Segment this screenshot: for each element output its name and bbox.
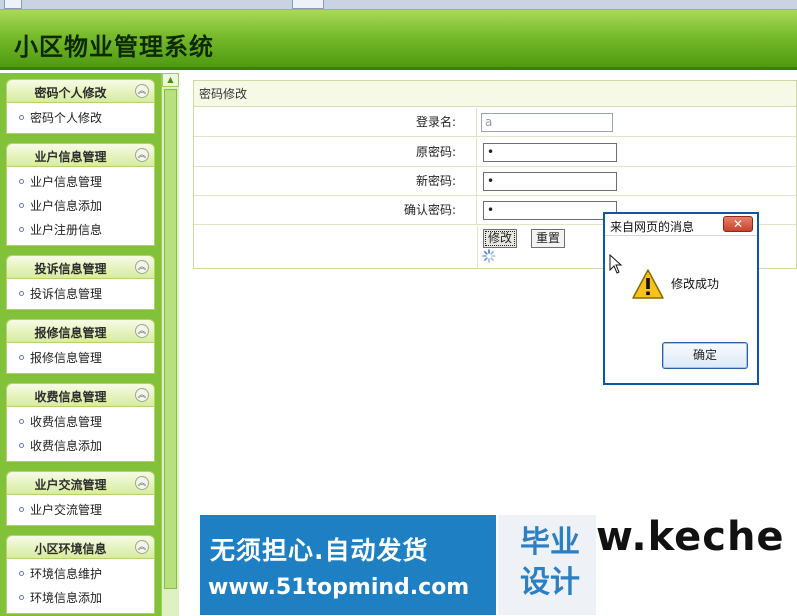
menu-group-header[interactable]: 业户信息管理 ︽ (6, 143, 155, 167)
sidebar-item-resident-register[interactable]: 业户注册信息 (7, 219, 154, 243)
menu-group-exchange: 业户交流管理 ︽ 业户交流管理 (6, 471, 155, 526)
sidebar-item-env-maintain[interactable]: 环境信息维护 (7, 563, 154, 587)
scroll-up-icon[interactable]: ▲ (162, 73, 179, 87)
bullet-icon (19, 179, 24, 184)
scroll-thumb[interactable] (164, 89, 177, 589)
menu-group-environment: 小区环境信息 ︽ 环境信息维护 环境信息添加 (6, 535, 155, 614)
bullet-icon (19, 507, 24, 512)
sidebar-item-fee-add[interactable]: 收费信息添加 (7, 435, 154, 459)
bullet-icon (19, 443, 24, 448)
sidebar-item-exchange-manage[interactable]: 业户交流管理 (7, 499, 154, 523)
new-password-field[interactable]: • (483, 172, 617, 191)
collapse-icon[interactable]: ︽ (135, 148, 149, 162)
menu-group-residents: 业户信息管理 ︽ 业户信息管理 业户信息添加 业户注册信息 (6, 143, 155, 246)
sidebar-item-repair-manage[interactable]: 报修信息管理 (7, 347, 154, 371)
menu-group-body: 投诉信息管理 (6, 279, 155, 310)
promo-banner: 无须担心.自动发货 www.51topmind.com (200, 515, 496, 615)
form-row-login: 登录名: a (194, 108, 797, 137)
menu-group-header[interactable]: 小区环境信息 ︽ (6, 535, 155, 559)
menu-group-title: 密码个人修改 (34, 86, 107, 100)
mouse-cursor-icon (609, 254, 623, 274)
confirm-password-label: 确认密码: (194, 196, 477, 225)
watermark-text: w.keche (596, 514, 785, 560)
collapse-icon[interactable]: ︽ (135, 540, 149, 554)
menu-group-body: 密码个人修改 (6, 103, 155, 134)
form-row-old-password: 原密码: • (194, 138, 797, 167)
menu-group-complaints: 投诉信息管理 ︽ 投诉信息管理 (6, 255, 155, 310)
login-name-field[interactable]: a (481, 113, 613, 132)
menu-group-fees: 收费信息管理 ︽ 收费信息管理 收费信息添加 (6, 383, 155, 462)
browser-tab[interactable] (292, 0, 324, 9)
bullet-icon (19, 355, 24, 360)
menu-group-title: 报修信息管理 (34, 326, 107, 340)
sidebar: 密码个人修改 ︽ 密码个人修改 业户信息管理 ︽ 业户信息管理 业户信息添加 业… (0, 73, 161, 616)
sidebar-item-password-change[interactable]: 密码个人修改 (7, 107, 154, 131)
banner-slogan: 无须担心.自动发货 (210, 536, 429, 565)
bullet-icon (19, 203, 24, 208)
collapse-icon[interactable]: ︽ (135, 260, 149, 274)
old-password-label: 原密码: (194, 138, 477, 167)
sidebar-item-resident-manage[interactable]: 业户信息管理 (7, 171, 154, 195)
menu-group-header[interactable]: 收费信息管理 ︽ (6, 383, 155, 407)
menu-group-title: 收费信息管理 (34, 390, 107, 404)
bullet-icon (19, 115, 24, 120)
bullet-icon (19, 291, 24, 296)
loading-spinner-icon (482, 249, 496, 263)
menu-group-header[interactable]: 报修信息管理 ︽ (6, 319, 155, 343)
menu-group-body: 收费信息管理 收费信息添加 (6, 407, 155, 462)
dialog-titlebar[interactable]: 来自网页的消息 ✕ (605, 214, 757, 236)
reset-button[interactable]: 重置 (531, 229, 566, 248)
menu-group-title: 小区环境信息 (34, 542, 107, 556)
sidebar-scrollbar[interactable]: ▲ (161, 73, 179, 616)
menu-group-title: 投诉信息管理 (34, 262, 107, 276)
menu-group-body: 报修信息管理 (6, 343, 155, 374)
sidebar-item-complaint-manage[interactable]: 投诉信息管理 (7, 283, 154, 307)
collapse-icon[interactable]: ︽ (135, 388, 149, 402)
sidebar-item-resident-add[interactable]: 业户信息添加 (7, 195, 154, 219)
old-password-field[interactable]: • (483, 143, 617, 162)
collapse-icon[interactable]: ︽ (135, 476, 149, 490)
menu-group-header[interactable]: 投诉信息管理 ︽ (6, 255, 155, 279)
menu-group-body: 业户信息管理 业户信息添加 业户注册信息 (6, 167, 155, 246)
menu-group-password: 密码个人修改 ︽ 密码个人修改 (6, 79, 155, 134)
app-header: 小区物业管理系统 (0, 10, 797, 70)
menu-group-header[interactable]: 密码个人修改 ︽ (6, 79, 155, 103)
submit-button[interactable]: 修改 (483, 229, 518, 248)
menu-group-title: 业户信息管理 (34, 150, 107, 164)
alert-dialog: 来自网页的消息 ✕ 修改成功 确定 (603, 212, 759, 385)
banner-url: www.51topmind.com (208, 575, 470, 600)
promo-badge-text: 毕业设计 (520, 525, 580, 600)
panel-title: 密码修改 (194, 81, 796, 107)
menu-group-repairs: 报修信息管理 ︽ 报修信息管理 (6, 319, 155, 374)
menu-group-body: 环境信息维护 环境信息添加 (6, 559, 155, 614)
sidebar-item-env-add[interactable]: 环境信息添加 (7, 587, 154, 611)
collapse-icon[interactable]: ︽ (135, 324, 149, 338)
menu-group-title: 业户交流管理 (34, 478, 107, 492)
dialog-title: 来自网页的消息 (610, 220, 695, 234)
browser-tab-strip (0, 0, 797, 10)
new-password-label: 新密码: (194, 167, 477, 196)
column-divider (477, 226, 478, 269)
confirm-password-field[interactable]: • (483, 201, 617, 220)
dialog-message: 修改成功 (671, 277, 720, 291)
bullet-icon (19, 571, 24, 576)
browser-tab-icon[interactable] (4, 0, 22, 9)
menu-group-header[interactable]: 业户交流管理 ︽ (6, 471, 155, 495)
ok-button[interactable]: 确定 (662, 342, 748, 369)
app-title: 小区物业管理系统 (14, 33, 214, 61)
close-icon[interactable]: ✕ (723, 216, 753, 232)
bullet-icon (19, 419, 24, 424)
sidebar-item-fee-manage[interactable]: 收费信息管理 (7, 411, 154, 435)
bullet-icon (19, 595, 24, 600)
login-label: 登录名: (194, 108, 477, 137)
bullet-icon (19, 227, 24, 232)
menu-group-body: 业户交流管理 (6, 495, 155, 526)
warning-icon (632, 269, 664, 299)
collapse-icon[interactable]: ︽ (135, 84, 149, 98)
promo-badge: 毕业设计 (496, 515, 596, 615)
form-row-new-password: 新密码: • (194, 167, 797, 196)
